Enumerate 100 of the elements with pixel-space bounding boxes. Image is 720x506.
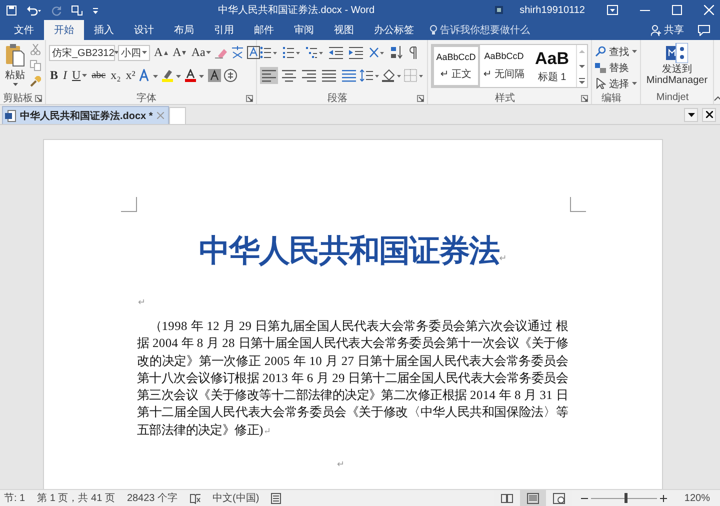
strikethrough-button[interactable]: abc [90,66,107,84]
character-border-icon[interactable] [247,46,260,59]
clear-formatting-icon[interactable] [215,46,228,58]
close-icon [706,111,712,118]
tell-me-field[interactable]: 告诉我你想要做什么 [430,20,530,40]
ribbon-tab[interactable]: 审阅 [284,20,324,40]
align-justify-button[interactable] [320,67,338,84]
paragraph-mark: ↵ [499,253,507,263]
section-indicator[interactable]: 节: 1 [4,491,26,505]
text-effects-icon[interactable] [139,69,160,82]
phonetic-guide-icon[interactable] [231,46,244,59]
ribbon-tab[interactable]: 引用 [204,20,244,40]
close-icon[interactable] [704,5,714,15]
paragraph-mark: ↵ [138,297,146,307]
group-label: 样式 [495,92,515,104]
align-lines-icon [302,69,316,82]
maximize-icon[interactable] [672,5,682,15]
superscript-button[interactable]: x² [124,66,136,84]
page-count[interactable]: 第 1 页，共 41 页 [37,491,115,505]
enclose-characters-icon[interactable] [224,69,238,82]
group-label: 编辑 [602,92,622,104]
ribbon-tab[interactable]: 办公标签 [364,20,424,40]
style-option[interactable]: AaB 标题 1 [528,45,576,87]
align-right-button[interactable] [300,67,318,84]
dialog-launcher-icon[interactable] [35,95,42,102]
slider-thumb[interactable] [624,493,628,503]
align-distributed-button[interactable] [340,67,358,84]
body-paragraph: （1998 年 12 月 29 日第九届全国人民代表大会常务委员会第六次会议通过 根据 2004 年 8 月 28 日第十届全国人民代表大会常务委员会第十一次会议《关于修改的决定》第一次修正 2005 年 10 月 27 日第十届全国人民代表大会常务委员会第十八次会议修订根据 2013 年 6 月 29 日第十二届全国人民代表大会常务委员会第三次会议《关于修改等十二部法律的决定》第二次修正根据 2014 年 8 月 31 日第十二届全国人民代表大会常务委员会《关于修改〈中华人民共和国保险法〉等五部法律的决定》修正)↵ [137,318,568,439]
select-button[interactable]: 选择 [595,76,637,91]
paintbrush-icon[interactable] [30,76,41,87]
ribbon-tab[interactable]: 开始 [44,20,84,40]
font-color-icon[interactable] [185,69,206,82]
paste-button[interactable]: 粘贴 [3,42,27,91]
tab-list-button[interactable] [684,108,698,122]
find-icon [595,46,606,57]
macro-recording-icon[interactable] [271,492,282,504]
font-name-field[interactable]: 仿宋_GB2312 [49,44,115,60]
caret-icon [114,51,120,54]
print-view-icon [527,492,540,504]
document-tab[interactable]: 中华人民共和国证券法.docx * [2,106,169,124]
character-shading-icon[interactable] [208,69,222,82]
paste-icon [5,43,25,67]
comment-icon[interactable] [698,24,710,36]
language-indicator[interactable]: 中文(中国) [212,491,260,505]
undo-icon[interactable] [26,4,42,16]
send-to-mindmanager-button[interactable]: 发送到 MindManager [644,42,710,91]
print-view-button[interactable] [520,490,546,506]
line-spacing-icon[interactable] [360,69,380,82]
shading-icon[interactable] [382,69,402,82]
ribbon-tab[interactable]: 设计 [124,20,164,40]
decrease-indent-icon[interactable] [329,46,343,59]
highlighter-icon[interactable] [162,69,182,82]
numbering-icon[interactable] [283,46,300,59]
proofing-book-icon[interactable] [190,492,201,504]
share-button[interactable]: 共享 [651,20,684,40]
touch-mode-icon[interactable] [71,4,83,16]
select-icon [595,78,606,89]
underline-button[interactable]: U [71,66,88,84]
up-caret-icon [164,50,168,54]
font-size-field[interactable]: 小四 [118,44,150,60]
subscript-button[interactable]: x₂ [110,66,122,84]
paragraph-marks-icon[interactable] [409,46,418,59]
italic-button[interactable]: I [62,66,68,84]
ribbon-display-options-icon[interactable] [607,5,618,15]
find-button[interactable]: 查找 [595,44,637,59]
multilevel-list-icon[interactable] [306,46,323,59]
grow-font-button[interactable]: A [153,44,169,62]
replace-button[interactable]: 替换 [595,60,637,75]
user-name[interactable]: shirh19910112 [520,4,585,16]
style-option[interactable]: AaBbCcD ↵ 正文 [432,45,480,87]
ribbon-tab[interactable]: 插入 [84,20,124,40]
ribbon-tab[interactable]: 布局 [164,20,204,40]
increase-indent-icon[interactable] [349,46,363,59]
dialog-launcher-icon[interactable] [581,95,588,102]
sort-icon[interactable] [391,46,403,59]
shrink-font-button[interactable]: A [172,44,188,62]
style-option[interactable]: AaBbCcD ↵ 无间隔 [480,45,528,87]
ribbon-tab[interactable]: 文件 [4,20,44,40]
bullets-icon[interactable] [260,46,277,59]
document-title: 中华人民共和国证券法 [199,232,500,271]
close-document-button[interactable] [702,108,716,122]
align-left-button[interactable] [260,67,278,84]
ribbon-tab[interactable]: 邮件 [244,20,284,40]
align-center-button[interactable] [280,67,298,84]
align-lines-icon [342,69,356,82]
paragraph-mark: ↵ [263,426,272,436]
collapse-ribbon-icon[interactable] [714,96,720,101]
dialog-launcher-icon[interactable] [417,95,424,102]
caret-icon [142,51,147,54]
asian-layout-icon[interactable] [369,46,385,59]
save-icon[interactable] [6,4,17,16]
ribbon-tab[interactable]: 视图 [324,20,364,40]
dialog-launcher-icon[interactable] [246,95,253,102]
scissors-icon[interactable] [30,44,41,55]
customize-toolbar-icon[interactable] [92,6,99,14]
bold-button[interactable]: B [49,66,60,84]
margin-corner-mark [121,197,137,212]
zoom-percentage[interactable]: 120% [684,492,710,504]
word-count[interactable]: 28423 个字 [126,491,178,505]
change-case-button[interactable]: Aa [190,44,212,62]
